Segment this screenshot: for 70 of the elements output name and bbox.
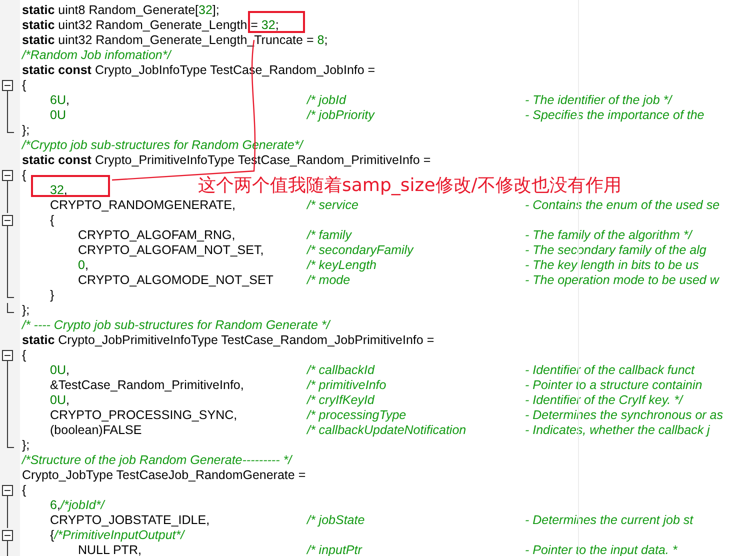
comment-description: - Identifier of the callback funct xyxy=(525,363,695,378)
fold-end-line xyxy=(7,288,14,298)
code-text: }; xyxy=(22,303,30,317)
fold-collapse-icon[interactable] xyxy=(2,530,13,541)
comment-field-name: /* family xyxy=(307,228,353,243)
highlight-rectangle xyxy=(248,11,305,33)
comment-description: - Indicates, whether the callback j xyxy=(525,423,710,438)
comment-field-name: /* cryIfKeyId xyxy=(307,393,376,408)
fold-end-line xyxy=(7,123,14,133)
comment-description: - The key length in bits to be us xyxy=(525,258,699,273)
comment-field-name: /* mode xyxy=(307,273,352,288)
fold-end-line xyxy=(7,303,14,313)
comment-field-name: /* keyLength xyxy=(307,258,378,273)
code-text: { xyxy=(22,483,26,497)
code-text: CRYPTO_JOBSTATE_IDLE, xyxy=(49,513,211,528)
code-text: 0U, xyxy=(49,393,70,408)
fold-collapse-icon[interactable] xyxy=(2,485,13,496)
comment-description: - Determines the synchronous or as xyxy=(525,408,724,423)
fold-end-line xyxy=(7,438,14,448)
comment-description: - Specifies the importance of the xyxy=(525,108,704,123)
comment-field-name: /* jobPriority xyxy=(307,108,376,123)
code-text: /*Structure of the job Random Generate--------- */ xyxy=(22,453,292,467)
code-text: NULL PTR, xyxy=(77,543,142,556)
code-text: 0U, xyxy=(49,363,70,378)
annotation-note: 这个两个值我随着samp_size修改/不修改也没有作用 xyxy=(198,174,622,198)
code-text: 6,/*jobId*/ xyxy=(49,498,104,512)
code-text: /*Random Job infomation*/ xyxy=(22,48,171,62)
code-text: 6U, xyxy=(49,93,70,108)
comment-description: - Determines the current job st xyxy=(525,513,694,528)
code-text: static uint32 Random_Generate_Length = 32; xyxy=(22,18,279,32)
code-text: static uint8 Random_Generate[32]; xyxy=(22,3,220,17)
comment-description: - The identifier of the job */ xyxy=(525,93,672,108)
code-text: static Crypto_JobPrimitiveInfoType TestCase_Random_JobPrimitiveInfo = xyxy=(22,333,434,347)
code-text: {/*PrimitiveInputOutput*/ xyxy=(49,528,184,542)
code-text: 0U xyxy=(49,108,67,123)
fold-collapse-icon[interactable] xyxy=(2,170,13,181)
code-text: { xyxy=(49,213,54,227)
code-text: 0, xyxy=(77,258,90,273)
code-text: { xyxy=(22,348,26,362)
code-text: CRYPTO_PROCESSING_SYNC, xyxy=(49,408,238,423)
code-text: CRYPTO_ALGOFAM_RNG, xyxy=(77,228,236,243)
comment-description: - Contains the enum of the used se xyxy=(525,198,720,213)
code-text: }; xyxy=(22,123,30,137)
fold-collapse-icon[interactable] xyxy=(2,80,13,91)
comment-field-name: /* callbackUpdateNotification xyxy=(307,423,468,438)
code-text: }; xyxy=(22,438,30,452)
comment-field-name: /* processingType xyxy=(307,408,408,423)
comment-field-name: /* jobState xyxy=(307,513,366,528)
comment-description: - The family of the algorithm */ xyxy=(525,228,692,243)
code-text: CRYPTO_ALGOMODE_NOT_SET xyxy=(77,273,274,288)
comment-description: - Identifier of the CryIf key. */ xyxy=(525,393,682,408)
comment-description: - The operation mode to be used w xyxy=(525,273,719,288)
code-text: Crypto_JobType TestCaseJob_RandomGenerate = xyxy=(22,468,306,482)
fold-collapse-icon[interactable] xyxy=(2,215,13,226)
code-text: { xyxy=(22,168,26,182)
comment-description: - The secondary family of the alg xyxy=(525,243,706,258)
comment-field-name: /* primitiveInfo xyxy=(307,378,388,393)
code-text: static uint32 Random_Generate_Length_Truncate = 8; xyxy=(22,33,328,47)
code-text: /* ---- Crypto job sub-structures for Random Generate */ xyxy=(22,318,330,332)
comment-field-name: /* service xyxy=(307,198,360,213)
code-text: (boolean)FALSE xyxy=(49,423,143,438)
code-text: CRYPTO_RANDOMGENERATE, xyxy=(49,198,236,213)
code-text: { xyxy=(22,78,26,92)
comment-field-name: /* secondaryFamily xyxy=(307,243,415,258)
comment-field-name: /* callbackId xyxy=(307,363,376,378)
code-text: &TestCase_Random_PrimitiveInfo, xyxy=(49,378,245,393)
code-text: CRYPTO_ALGOFAM_NOT_SET, xyxy=(77,243,265,258)
code-text: } xyxy=(49,288,54,302)
fold-collapse-icon[interactable] xyxy=(2,350,13,361)
comment-field-name: /* jobId xyxy=(307,93,348,108)
